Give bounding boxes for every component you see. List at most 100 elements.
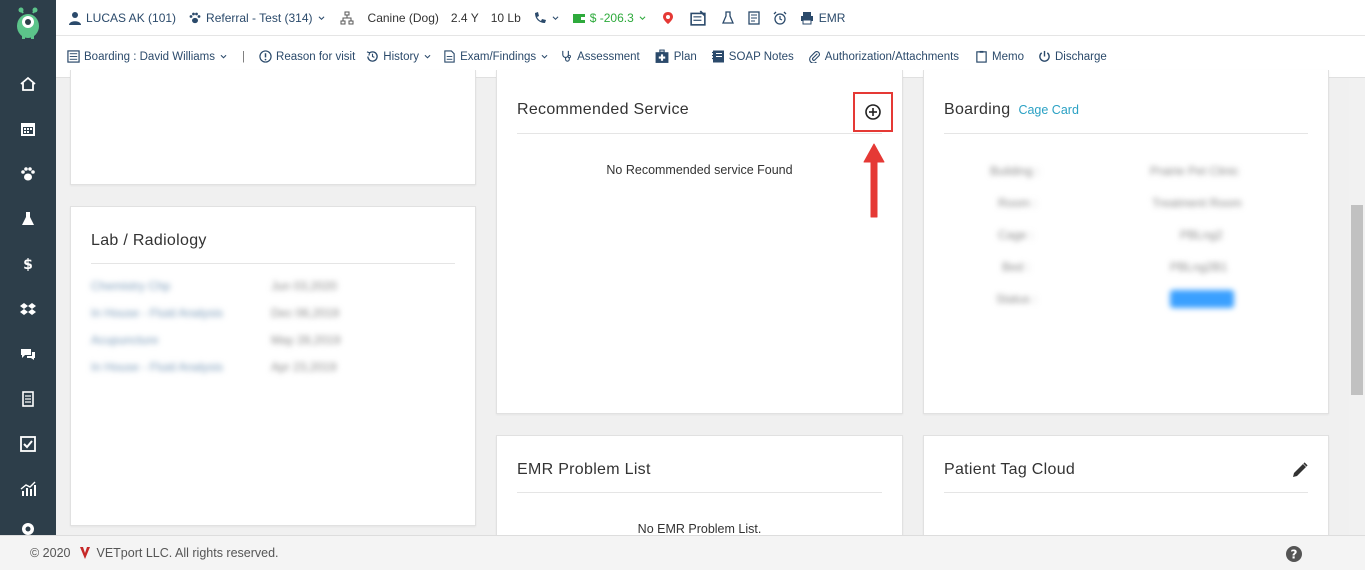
lab-flask-icon[interactable] bbox=[16, 207, 40, 231]
client-link[interactable]: LUCAS AK (101) bbox=[68, 11, 176, 25]
divider bbox=[944, 492, 1308, 493]
phone-icon bbox=[534, 11, 546, 23]
lab-row-name[interactable]: Chemistry Chp bbox=[91, 279, 170, 293]
referral-dropdown[interactable]: Referral - Test (314) bbox=[188, 11, 325, 25]
chevron-down-icon bbox=[541, 54, 548, 59]
notes-icon[interactable] bbox=[747, 10, 761, 25]
paw-icon[interactable] bbox=[16, 162, 40, 186]
boarding-list-icon bbox=[67, 50, 80, 63]
lab-row-name[interactable]: In House - Fluid Analysis bbox=[91, 360, 223, 374]
flask-icon[interactable] bbox=[721, 10, 735, 25]
boarding-row-label: Cage : bbox=[998, 228, 1034, 242]
document-icon[interactable] bbox=[16, 387, 40, 411]
divider bbox=[517, 133, 882, 134]
red-arrow-annotation-icon bbox=[863, 143, 885, 218]
plan-link[interactable]: Plan bbox=[654, 49, 697, 64]
discharge-link[interactable]: Discharge bbox=[1038, 50, 1107, 63]
power-icon bbox=[1039, 50, 1050, 62]
lab-radiology-card: Lab / Radiology Chemistry Chp Jun 03,202… bbox=[70, 206, 476, 526]
paw-icon bbox=[189, 12, 201, 23]
info-circle-icon bbox=[259, 50, 272, 63]
paperclip-icon bbox=[808, 51, 820, 63]
chart-icon[interactable] bbox=[16, 477, 40, 501]
boarding-row-value: PBLng2 bbox=[1180, 228, 1223, 242]
chevron-down-icon bbox=[552, 15, 559, 20]
divider bbox=[944, 133, 1308, 134]
history-icon bbox=[367, 51, 379, 62]
memo-link[interactable]: Memo bbox=[975, 49, 1024, 64]
rx-pad-icon[interactable] bbox=[687, 9, 709, 26]
recommended-service-card: Recommended Service No Recommended servi… bbox=[496, 70, 903, 414]
calendar-icon[interactable] bbox=[16, 117, 40, 141]
emr-label: EMR bbox=[818, 10, 846, 25]
lab-row-name[interactable]: In House - Fluid Analysis bbox=[91, 306, 223, 320]
assessment-link[interactable]: Assessment bbox=[560, 50, 640, 63]
boarding-row-label: Room : bbox=[998, 196, 1037, 210]
stethoscope-icon bbox=[562, 50, 572, 62]
cage-card-link[interactable]: Cage Card bbox=[1018, 103, 1078, 117]
boarding-row-label: Bed : bbox=[1002, 260, 1031, 274]
weight-text: 10 Lb bbox=[490, 10, 521, 25]
boarding-dropdown[interactable]: Boarding : David Williams bbox=[67, 50, 228, 63]
scrollbar-thumb[interactable] bbox=[1351, 205, 1363, 395]
reason-label: Reason for visit bbox=[276, 50, 356, 63]
reason-for-visit-link[interactable]: Reason for visit bbox=[259, 50, 355, 63]
menu-separator: | bbox=[242, 50, 246, 63]
add-recommended-service-button[interactable] bbox=[853, 92, 893, 132]
left-sidebar: $ bbox=[0, 0, 56, 535]
vetport-mark-icon bbox=[79, 547, 90, 559]
plan-label: Plan bbox=[673, 50, 697, 63]
pencil-edit-icon[interactable] bbox=[1291, 461, 1309, 479]
lab-row-date: Apr 23,2019 bbox=[271, 360, 337, 374]
vetport-logo-icon[interactable] bbox=[10, 4, 46, 40]
printer-icon bbox=[800, 11, 813, 24]
help-question-icon[interactable]: ? bbox=[1285, 545, 1303, 563]
medical-kit-icon bbox=[655, 49, 669, 63]
hierarchy-icon[interactable] bbox=[340, 11, 354, 25]
assessment-label: Assessment bbox=[577, 50, 640, 63]
chat-icon[interactable] bbox=[16, 342, 40, 366]
species-text: Canine (Dog) bbox=[367, 10, 439, 25]
divider bbox=[91, 263, 455, 264]
authorization-label: Authorization/Attachments bbox=[824, 50, 960, 63]
dollar-icon[interactable]: $ bbox=[16, 252, 40, 276]
notebook-icon bbox=[711, 50, 724, 63]
patient-info-bar: LUCAS AK (101) Referral - Test (314) Can… bbox=[56, 0, 1365, 36]
client-name: LUCAS AK (101) bbox=[86, 10, 177, 25]
exam-label: Exam/Findings bbox=[460, 50, 537, 63]
history-dropdown[interactable]: History bbox=[366, 50, 432, 63]
copyright-year: © 2020 bbox=[30, 546, 71, 560]
boarding-status-badge bbox=[1170, 290, 1234, 308]
chevron-down-icon bbox=[424, 54, 431, 59]
soap-notes-link[interactable]: SOAP Notes bbox=[711, 49, 794, 64]
divider bbox=[517, 492, 882, 493]
lab-row-date: May 28,2019 bbox=[271, 333, 341, 347]
alarm-clock-icon[interactable] bbox=[773, 11, 787, 25]
boarding-label: Boarding : David Williams bbox=[84, 50, 216, 63]
plus-circle-icon bbox=[865, 104, 881, 120]
boarding-card: Boarding Cage Card Building : Prairie Pet… bbox=[923, 70, 1329, 414]
authorization-attachments-link[interactable]: Authorization/Attachments bbox=[808, 50, 959, 63]
user-icon bbox=[69, 11, 81, 25]
balance-dropdown[interactable]: $ -206.3 bbox=[572, 11, 647, 25]
exam-findings-dropdown[interactable]: Exam/Findings bbox=[443, 50, 549, 63]
patient-tag-cloud-title: Patient Tag Cloud bbox=[944, 461, 1076, 478]
top-left-card bbox=[70, 70, 476, 185]
lab-row-name[interactable]: Acupuncture bbox=[91, 333, 158, 347]
location-pin-icon[interactable] bbox=[661, 11, 675, 25]
dropbox-icon[interactable] bbox=[16, 297, 40, 321]
svg-text:?: ? bbox=[1291, 548, 1298, 562]
emr-print-button[interactable]: EMR bbox=[799, 10, 846, 25]
wallet-icon bbox=[572, 13, 585, 23]
settings-icon[interactable] bbox=[16, 522, 40, 535]
chevron-down-icon bbox=[318, 15, 324, 20]
memo-label: Memo bbox=[992, 50, 1024, 63]
no-emr-problem-message: No EMR Problem List. bbox=[637, 522, 762, 536]
lab-row-date: Dec 06,2019 bbox=[271, 306, 340, 320]
lab-row-date: Jun 03,2020 bbox=[271, 279, 338, 293]
chevron-down-icon bbox=[220, 54, 227, 59]
file-text-icon bbox=[444, 50, 455, 63]
home-icon[interactable] bbox=[16, 72, 40, 96]
checkbox-icon[interactable] bbox=[16, 432, 40, 456]
phone-dropdown[interactable] bbox=[533, 11, 560, 25]
